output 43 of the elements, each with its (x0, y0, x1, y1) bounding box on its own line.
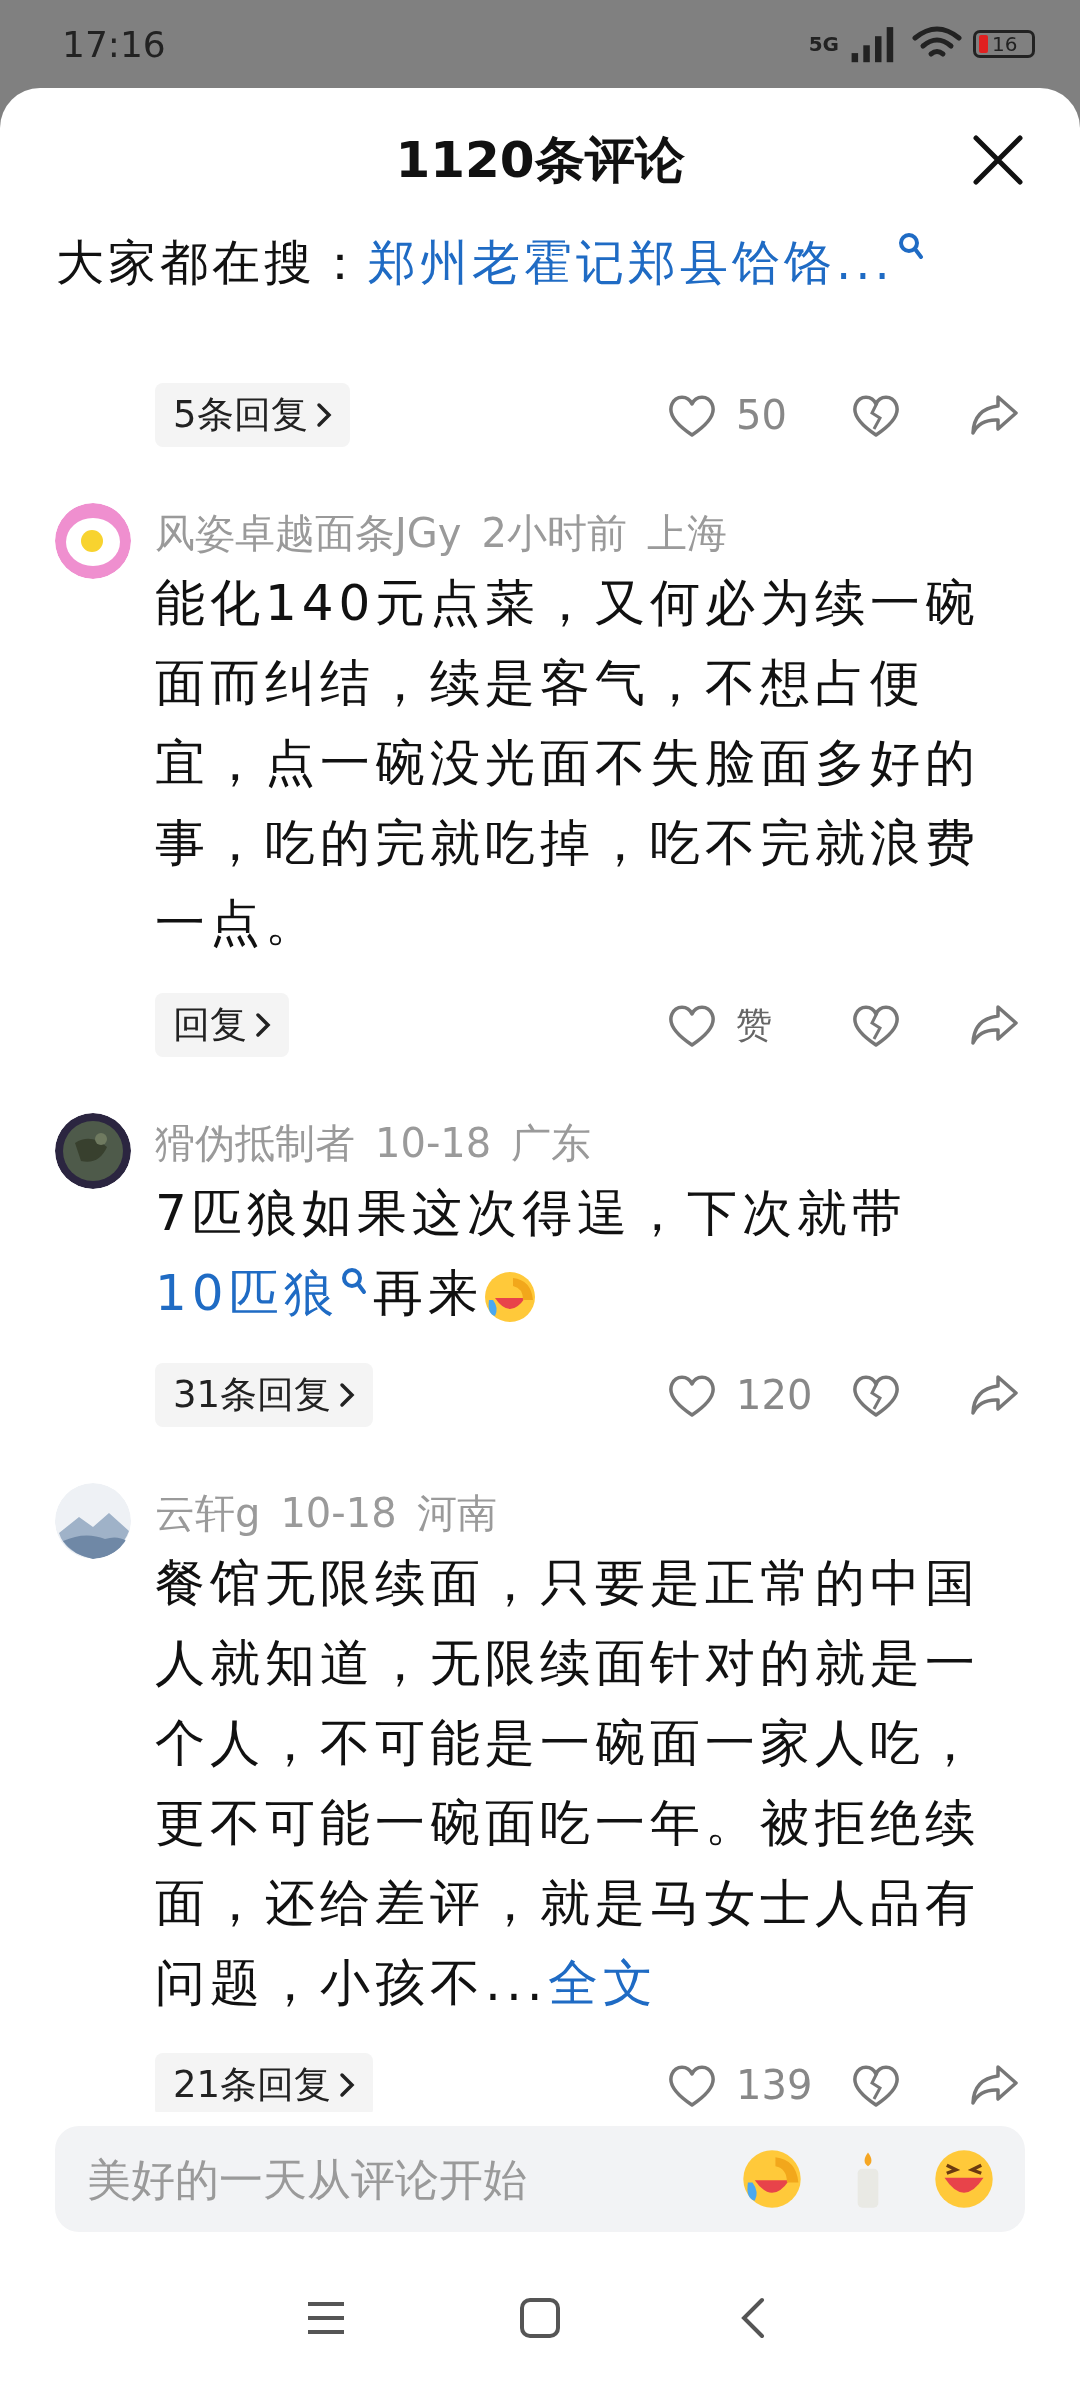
grinning-emoji-icon[interactable] (933, 2148, 995, 2210)
search-icon (897, 232, 924, 262)
full-text-link[interactable]: 全文 (547, 1954, 658, 2012)
trending-label: 大家都在搜： (56, 233, 368, 292)
network-label: 5G (808, 32, 839, 56)
comment-location: 广东 (511, 1118, 592, 1168)
comment-location: 河南 (416, 1488, 497, 1538)
comment-text: 餐馆无限续面，只要是正常的中国人就知道，无限续面针对的就是一个人，不可能是一碗面一家人吃，更不可能一碗面吃一年。被拒绝续面，还给差评，就是马女士人品有问题，小孩不...全文 (155, 1553, 981, 2014)
like-count: 赞 (736, 1002, 773, 1047)
chevron-right-icon (339, 1382, 356, 1408)
avatar[interactable] (55, 1113, 131, 1189)
replies-button[interactable]: 21条回复 (155, 2053, 374, 2112)
comment-text: 能化140元点菜，又何必为续一碗面而纠结，续是客气，不想占便宜，点一碗没光面不失脸面多好的事，吃的完就吃掉，吃不完就浪费一点。 (155, 573, 982, 954)
sheet-title: 1120条评论 (395, 129, 685, 191)
home-square-icon[interactable] (518, 2296, 562, 2340)
replies-button[interactable]: 31条回复 (155, 1363, 374, 1427)
like-count: 120 (736, 1372, 814, 1418)
comment-time: 10-18 (280, 1490, 397, 1536)
comment-box[interactable]: 美好的一天从评论开始 (55, 2126, 1025, 2232)
replies-button[interactable]: 5条回复 (155, 383, 350, 447)
comment-text: 7匹狼如果这次得逞，下次就带 10匹狼 再来 (155, 1183, 908, 1326)
chevron-right-icon (255, 1012, 271, 1038)
comment-input-field[interactable]: 美好的一天从评论开始 (85, 2152, 707, 2206)
like-count: 139 (736, 2062, 814, 2108)
comment-time: 2小时前 (481, 508, 627, 558)
laughing-emoji-icon (482, 1269, 537, 1324)
comment-location: 上海 (646, 508, 727, 558)
battery-fill (979, 35, 988, 53)
author-name[interactable]: 猾伪抵制者 (155, 1115, 355, 1171)
author-name[interactable]: 风姿卓越面条JGy (155, 505, 462, 561)
comment-time: 10-18 (375, 1120, 492, 1166)
replies-button[interactable]: 回复 (155, 993, 289, 1057)
search-icon (340, 1267, 367, 1297)
author-name[interactable]: 云轩g (155, 1485, 261, 1541)
laughing-emoji-icon[interactable] (741, 2148, 803, 2210)
like-count: 50 (736, 392, 788, 438)
chevron-right-icon (315, 402, 332, 428)
trending-search-link[interactable]: 郑州老霍记郑县饸饹... (368, 231, 894, 295)
chevron-right-icon (339, 2072, 356, 2098)
search-link[interactable]: 10匹狼 (155, 1264, 339, 1322)
battery-level: 16 (992, 32, 1018, 56)
close-icon[interactable] (972, 134, 1024, 186)
status-time: 17:16 (62, 23, 167, 65)
